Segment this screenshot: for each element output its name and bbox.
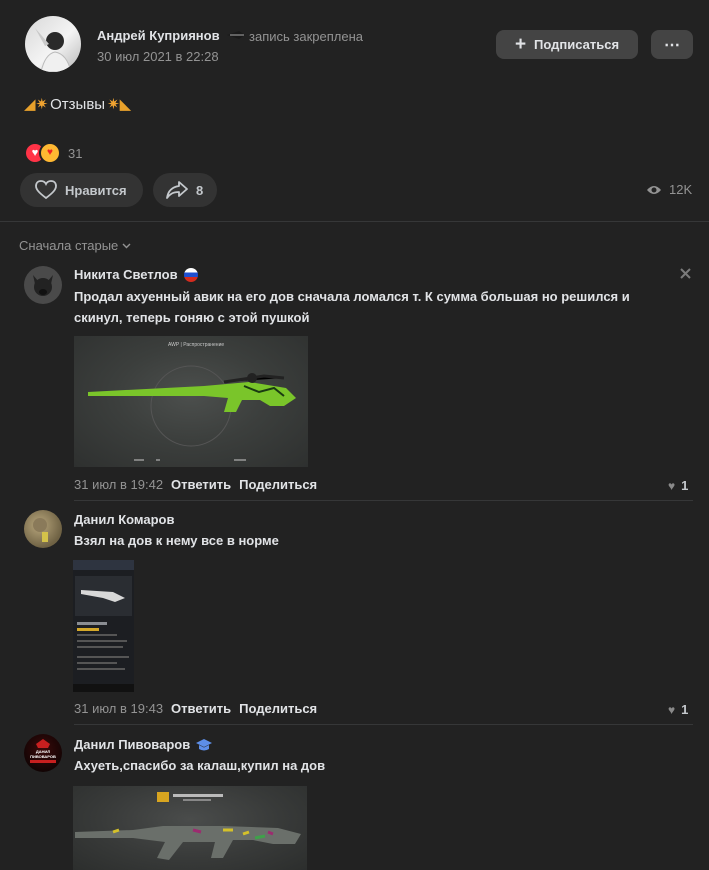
plus-icon: + — [514, 34, 527, 55]
maple-leaf-icon: ✷ — [35, 96, 49, 113]
reply-button[interactable]: Ответить — [171, 477, 231, 492]
comment-close-icon[interactable] — [680, 268, 691, 279]
author-avatar[interactable] — [25, 16, 81, 72]
comment-text: Продал ахуенный авик на его дов сначала … — [74, 289, 630, 325]
comment-meta-row: 31 июл в 19:43 Ответить Поделиться — [74, 701, 317, 716]
comment-text: Взял на дов к нему все в норме — [74, 533, 279, 548]
comment-author-name[interactable]: Никита Светлов — [74, 267, 178, 282]
avatar-logo-icon — [30, 739, 56, 763]
russia-flag-icon — [183, 267, 198, 282]
comment-author-name[interactable]: Данил Пивоваров — [74, 737, 190, 752]
comment-divider — [74, 500, 693, 501]
subscribe-button[interactable]: + Подписаться — [496, 30, 638, 59]
heart-icon: ♥ — [668, 478, 676, 493]
comment-author-row: Данил Пивоваров — [74, 737, 213, 752]
sort-label: Сначала старые — [19, 238, 119, 253]
comment-divider — [74, 724, 693, 725]
share-button[interactable]: 8 — [153, 173, 217, 207]
more-icon: ⋯ — [664, 36, 680, 54]
graduation-cap-icon — [196, 738, 213, 751]
rifle-image-icon — [88, 365, 296, 461]
share-comment-button[interactable]: Поделиться — [239, 477, 317, 492]
comment-text: Ахуеть,спасибо за калаш,купил на дов — [74, 758, 326, 773]
comment-time[interactable]: 31 июл в 19:43 — [74, 701, 163, 716]
shares-count: 8 — [196, 182, 204, 198]
comment-avatar[interactable] — [24, 510, 62, 548]
like-button[interactable]: Нравится — [20, 173, 143, 207]
comment-image-awp[interactable]: AWP | Распространение — [74, 336, 308, 467]
post-title: Отзывы — [50, 95, 106, 113]
love-eyes-reaction-icon: ♥ — [39, 142, 61, 164]
views-count: 12K — [669, 182, 693, 197]
leaf-emoji-icon: ◢ — [24, 96, 36, 113]
share-arrow-icon — [166, 180, 188, 200]
leaf-emoji-icon: ◣ — [119, 96, 132, 113]
comment-avatar[interactable] — [24, 266, 62, 304]
author-photo — [35, 28, 72, 72]
comment-like[interactable]: ♥ 1 — [668, 702, 688, 717]
comment-image-phone[interactable] — [73, 560, 134, 692]
post-author-name[interactable]: Андрей Куприянов — [97, 28, 220, 43]
post-title-row: ◢ ✷ Отзывы ✷ ◣ — [24, 95, 132, 114]
person-avatar-icon — [33, 518, 48, 542]
comment-author-name[interactable]: Данил Комаров — [74, 512, 174, 527]
reactions-summary[interactable]: ♥ ♥ 31 — [24, 142, 82, 164]
comment-avatar[interactable]: ДАНИЛ ПИВОВАРОВ — [24, 734, 62, 772]
subscribe-label: Подписаться — [534, 37, 620, 52]
image-caption: AWP | Распространение — [168, 342, 225, 348]
rifle-image-icon — [75, 792, 301, 860]
comment-like-count: 1 — [681, 478, 689, 493]
comment-image-ak[interactable] — [73, 786, 307, 870]
share-comment-button[interactable]: Поделиться — [239, 701, 317, 716]
more-button[interactable]: ⋯ — [651, 30, 693, 59]
screenshot-image-icon — [73, 576, 134, 692]
post-divider — [0, 221, 709, 222]
comment-like[interactable]: ♥ 1 — [668, 478, 688, 493]
comment-like-count: 1 — [681, 702, 689, 717]
reactions-count: 31 — [68, 145, 83, 161]
views-counter: 12K — [646, 182, 692, 197]
comments-sort-toggle[interactable]: Сначала старые — [19, 238, 131, 253]
like-label: Нравится — [65, 182, 127, 198]
eye-icon — [646, 184, 662, 196]
reply-button[interactable]: Ответить — [171, 701, 231, 716]
comment-meta-row: 31 июл в 19:42 Ответить Поделиться — [74, 477, 317, 492]
post-date[interactable]: 30 июл 2021 в 22:28 — [97, 49, 219, 64]
maple-leaf-icon: ✷ — [107, 96, 120, 113]
pinned-label: запись закреплена — [249, 29, 363, 44]
heart-outline-icon — [35, 180, 57, 200]
chevron-down-icon — [122, 243, 131, 249]
comment-time[interactable]: 31 июл в 19:42 — [74, 477, 163, 492]
post-view: Андрей Куприянов запись закреплена 30 ию… — [0, 0, 709, 870]
dog-avatar-icon — [33, 275, 53, 296]
pinned-icon — [227, 30, 245, 40]
comment-author-row: Никита Светлов — [74, 267, 198, 282]
heart-icon: ♥ — [668, 702, 676, 717]
